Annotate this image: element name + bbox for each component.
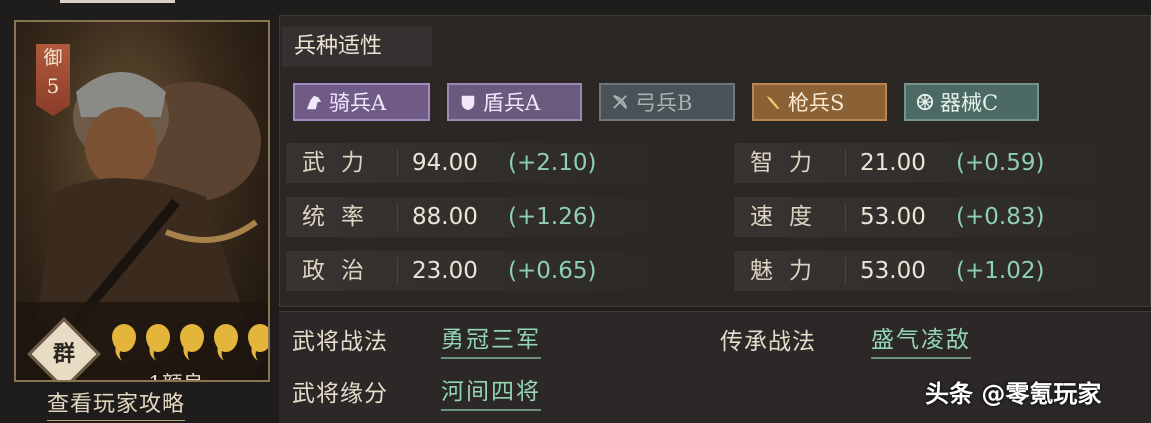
troop-spear[interactable]: 枪兵S bbox=[752, 83, 887, 121]
spear-icon bbox=[766, 95, 780, 110]
shield-icon bbox=[461, 95, 475, 111]
section-title: 兵种适性 bbox=[282, 27, 432, 67]
troop-label: 骑兵A bbox=[329, 91, 387, 115]
rank-badge: 御 5 bbox=[36, 44, 70, 116]
stat-row-politics: 政治 23.00 (+0.65) bbox=[286, 251, 686, 291]
star-icon bbox=[214, 324, 238, 352]
hero-name: 1颜良 bbox=[116, 368, 236, 380]
troop-cavalry[interactable]: 骑兵A bbox=[293, 83, 430, 121]
stat-bonus: (+1.02) bbox=[956, 258, 1045, 284]
troop-siege[interactable]: 器械C bbox=[904, 83, 1039, 121]
stat-label: 统率 bbox=[286, 203, 398, 231]
rank-number: 5 bbox=[46, 74, 60, 98]
troop-shield[interactable]: 盾兵A bbox=[447, 83, 582, 121]
horse-icon bbox=[306, 95, 322, 110]
watermark: 头条 @零氪玩家 bbox=[925, 380, 1102, 408]
stat-label: 智力 bbox=[734, 149, 846, 177]
troop-aptitude-list: 骑兵A 盾兵A 弓兵B 枪兵S 器械C bbox=[293, 83, 1039, 121]
inherit-tactic-label: 传承战法 bbox=[720, 329, 816, 355]
faction-label: 群 bbox=[52, 341, 75, 367]
star-icon bbox=[248, 324, 268, 352]
top-tab-edge bbox=[60, 0, 175, 3]
troop-label: 弓兵B bbox=[635, 91, 693, 115]
stat-bonus: (+0.83) bbox=[956, 204, 1045, 230]
stat-bonus: (+0.65) bbox=[508, 258, 597, 284]
star-rating bbox=[112, 324, 268, 352]
rank-char: 御 bbox=[43, 47, 63, 69]
view-guide-link[interactable]: 查看玩家攻略 bbox=[47, 386, 186, 421]
general-tactic-link[interactable]: 勇冠三军 bbox=[441, 320, 541, 359]
stat-row-charm: 魅力 53.00 (+1.02) bbox=[734, 251, 1134, 291]
stat-row-speed: 速度 53.00 (+0.83) bbox=[734, 197, 1134, 237]
stat-bonus: (+0.59) bbox=[956, 150, 1045, 176]
troop-label: 器械C bbox=[940, 91, 999, 115]
stat-label: 政治 bbox=[286, 257, 398, 285]
bond-link[interactable]: 河间四将 bbox=[441, 372, 541, 411]
stat-row-command: 统率 88.00 (+1.26) bbox=[286, 197, 686, 237]
stat-row-intelligence: 智力 21.00 (+0.59) bbox=[734, 143, 1134, 183]
star-icon bbox=[112, 324, 136, 352]
troop-archer[interactable]: 弓兵B bbox=[599, 83, 735, 121]
stat-value: 53.00 bbox=[860, 258, 926, 284]
stat-row-force: 武力 94.00 (+2.10) bbox=[286, 143, 686, 183]
stat-value: 94.00 bbox=[412, 150, 478, 176]
troop-label: 枪兵S bbox=[788, 91, 845, 115]
star-icon bbox=[146, 324, 170, 352]
star-icon bbox=[180, 324, 204, 352]
stat-bonus: (+2.10) bbox=[508, 150, 597, 176]
stat-label: 魅力 bbox=[734, 257, 846, 285]
bond-label: 武将缘分 bbox=[292, 381, 388, 407]
general-tactic-label: 武将战法 bbox=[292, 329, 388, 355]
stat-value: 53.00 bbox=[860, 204, 926, 230]
stat-label: 速度 bbox=[734, 203, 846, 231]
stat-value: 21.00 bbox=[860, 150, 926, 176]
troop-label: 盾兵A bbox=[483, 91, 541, 115]
stat-value: 88.00 bbox=[412, 204, 478, 230]
gear-icon bbox=[916, 93, 934, 111]
stat-value: 23.00 bbox=[412, 258, 478, 284]
stat-bonus: (+1.26) bbox=[508, 204, 597, 230]
stat-label: 武力 bbox=[286, 149, 398, 177]
bow-icon bbox=[613, 94, 628, 109]
hero-card[interactable]: 御 5 群 1颜良 bbox=[14, 20, 270, 382]
inherit-tactic-link[interactable]: 盛气凌敌 bbox=[871, 320, 971, 359]
